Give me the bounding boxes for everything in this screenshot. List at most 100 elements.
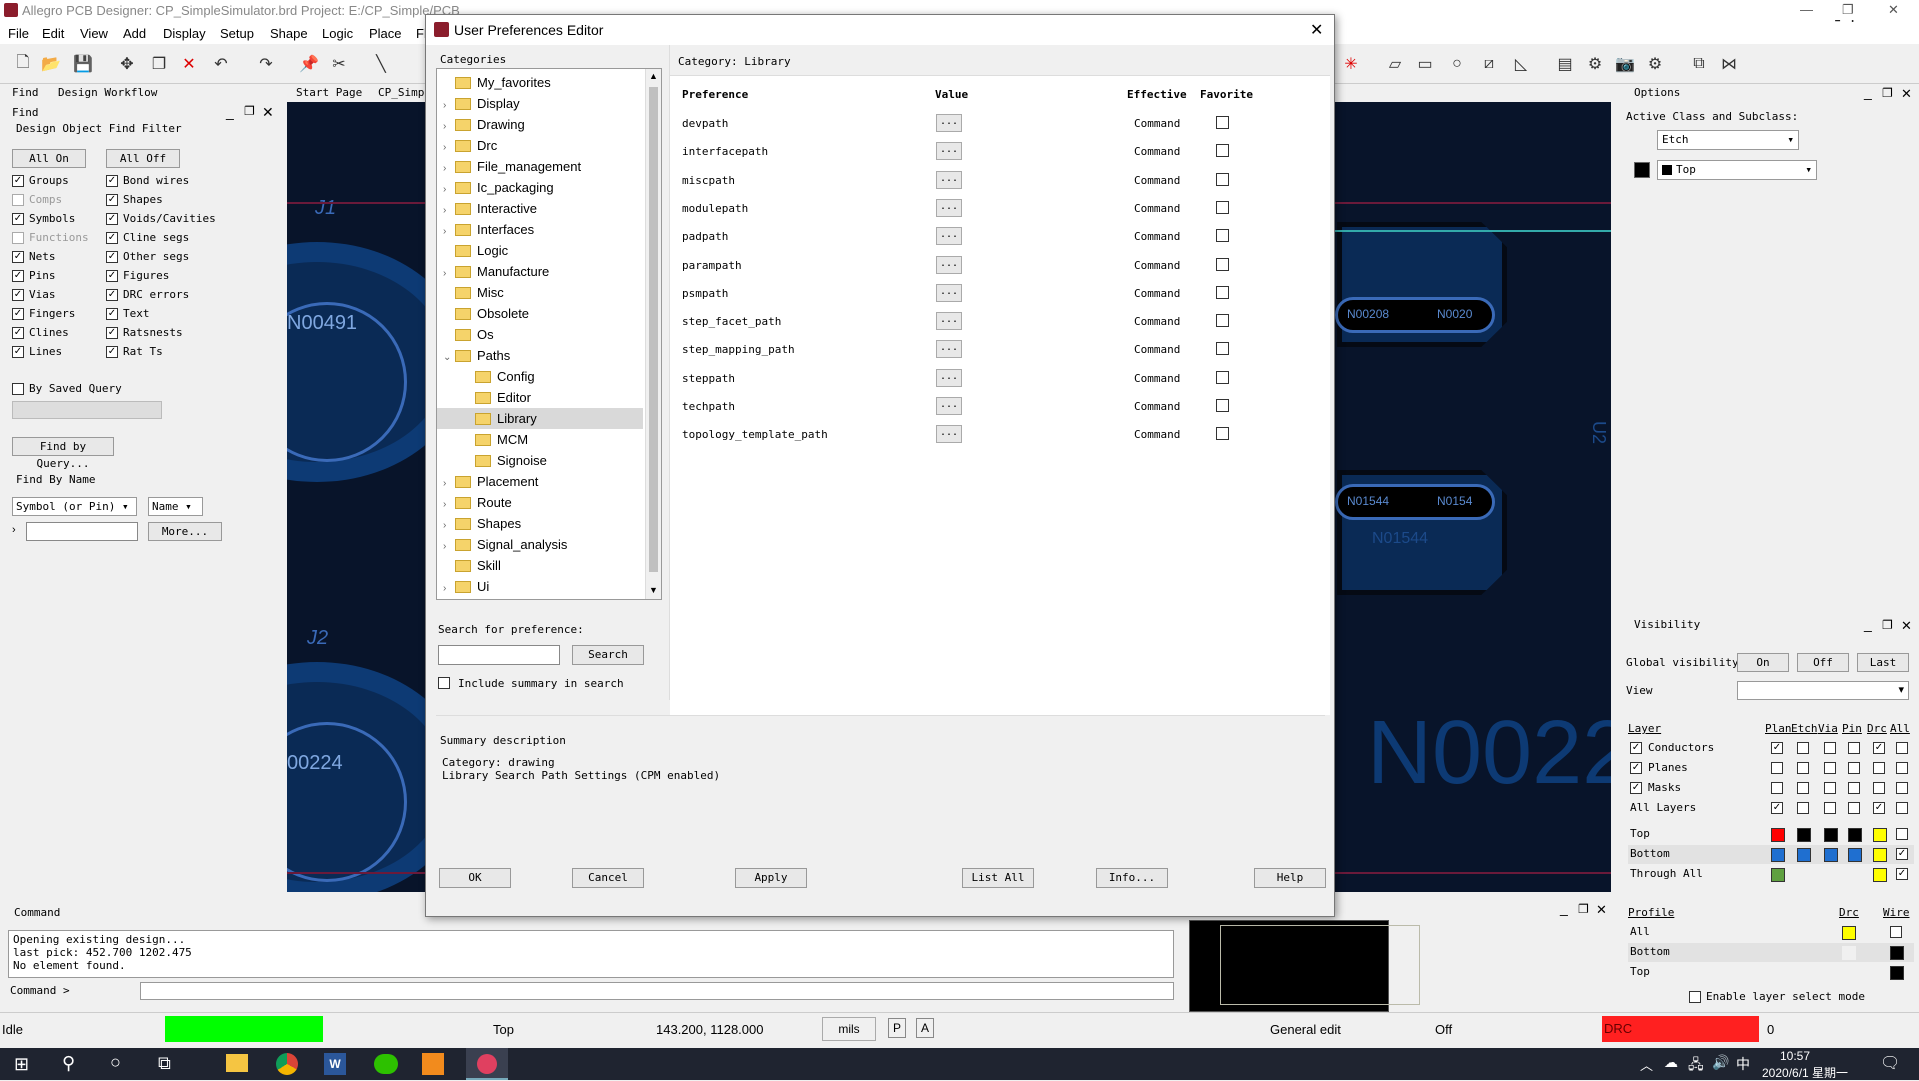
shape-circle-icon[interactable]: ○ <box>1446 53 1468 75</box>
layer-checkbox[interactable] <box>1896 802 1908 814</box>
tree-scrollbar[interactable]: ▲ ▼ <box>645 69 661 599</box>
file-explorer-icon[interactable] <box>226 1054 248 1072</box>
layer-all-checkbox[interactable] <box>1896 828 1908 840</box>
search-button[interactable]: Search <box>572 645 644 665</box>
layer-checkbox[interactable] <box>1896 762 1908 774</box>
layer-checkbox[interactable]: ✓ <box>1873 742 1885 754</box>
filter-checkbox[interactable]: ✓ <box>106 289 118 301</box>
filter-checkbox[interactable]: ✓ <box>106 232 118 244</box>
panel-minimize-icon[interactable]: _ <box>226 104 234 120</box>
tree-item[interactable]: › Display <box>437 93 643 114</box>
layer-color-swatch[interactable] <box>1771 828 1785 842</box>
subclass-color-swatch[interactable] <box>1634 162 1650 178</box>
scroll-down-icon[interactable]: ▼ <box>649 585 658 595</box>
chevron-right-icon[interactable]: › <box>443 179 455 200</box>
command-input[interactable] <box>140 982 1174 1000</box>
chevron-right-icon[interactable]: › <box>443 473 455 494</box>
layer-checkbox[interactable] <box>1824 762 1836 774</box>
all-off-button[interactable]: All Off <box>106 149 180 168</box>
tree-item[interactable]: › Manufacture <box>437 261 643 282</box>
task-view-icon[interactable]: ⧉ <box>158 1053 171 1074</box>
layer-checkbox[interactable] <box>1824 802 1836 814</box>
favorite-checkbox[interactable] <box>1216 229 1229 243</box>
chrome-icon[interactable] <box>276 1053 298 1075</box>
panel-close-icon[interactable]: ✕ <box>1901 86 1912 102</box>
layer-color-swatch[interactable] <box>1848 828 1862 842</box>
enable-layer-select-checkbox[interactable] <box>1689 991 1701 1003</box>
clock-date[interactable]: 2020/6/1 星期一 <box>1762 1064 1848 1081</box>
more-button[interactable]: More... <box>148 522 222 541</box>
layer-checkbox[interactable] <box>1797 762 1809 774</box>
word-icon[interactable]: W <box>324 1053 346 1075</box>
layer-checkbox[interactable] <box>1848 782 1860 794</box>
layer-checkbox[interactable] <box>1771 782 1783 794</box>
refdes-icon[interactable]: ⚙ <box>1644 53 1666 75</box>
filter-checkbox[interactable] <box>12 232 24 244</box>
tree-item[interactable]: › Ui <box>437 576 643 597</box>
value-browse-button[interactable]: ... <box>936 312 962 331</box>
filter-checkbox[interactable]: ✓ <box>12 175 24 187</box>
favorite-checkbox[interactable] <box>1216 342 1229 356</box>
tree-item[interactable]: Logic <box>437 240 643 261</box>
tree-item[interactable]: Signoise <box>437 450 643 471</box>
pin-icon[interactable]: 📌 <box>298 53 320 75</box>
favorite-checkbox[interactable] <box>1216 285 1229 299</box>
value-browse-button[interactable]: ... <box>936 255 962 274</box>
value-browse-button[interactable]: ... <box>936 114 962 132</box>
scroll-thumb[interactable] <box>649 87 658 572</box>
tree-item[interactable]: Editor <box>437 387 643 408</box>
line-icon[interactable]: ╲ <box>370 53 392 75</box>
include-summary-checkbox[interactable] <box>438 677 450 689</box>
panel-minimize-icon[interactable]: _ <box>1864 84 1872 100</box>
status-a-button[interactable]: A <box>916 1018 934 1038</box>
cloud-icon[interactable]: ☁ <box>1664 1054 1678 1071</box>
tree-item[interactable]: › Ic_packaging <box>437 177 643 198</box>
filter-checkbox[interactable]: ✓ <box>12 213 24 225</box>
panel-minimize-icon[interactable]: _ <box>1864 616 1872 632</box>
app-orange-icon[interactable] <box>422 1053 444 1075</box>
maximize-icon[interactable]: ❐ <box>1842 2 1854 18</box>
panel-float-icon[interactable]: ❐ <box>1882 618 1893 632</box>
panel-minimize-icon[interactable]: _ <box>1560 900 1568 916</box>
view-select[interactable]: ▾ <box>1737 681 1909 700</box>
class-select[interactable]: Etch ▾ <box>1657 130 1799 150</box>
name-select[interactable]: Name ▾ <box>148 497 203 516</box>
undo-icon[interactable]: ↶ <box>210 53 232 75</box>
favorite-checkbox[interactable] <box>1216 257 1229 271</box>
layer-color-swatch[interactable] <box>1771 868 1785 882</box>
world-view[interactable] <box>1189 920 1420 1012</box>
tree-item[interactable]: › Route <box>437 492 643 513</box>
chevron-right-icon[interactable]: › <box>443 221 455 242</box>
close-window-icon[interactable]: ✕ <box>1888 2 1899 18</box>
saved-query-select[interactable] <box>12 401 162 419</box>
chevron-right-icon[interactable]: › <box>443 116 455 137</box>
layer-group-checkbox[interactable]: ✓ <box>1630 782 1642 794</box>
redo-icon[interactable]: ↷ <box>255 53 277 75</box>
move-icon[interactable]: ✥ <box>116 53 138 75</box>
value-browse-button[interactable]: ... <box>936 198 962 217</box>
layer-checkbox[interactable] <box>1896 782 1908 794</box>
ok-button[interactable]: OK <box>439 868 511 888</box>
value-browse-button[interactable]: ... <box>936 340 962 359</box>
panel-close-icon[interactable]: ✕ <box>262 104 274 121</box>
value-browse-button[interactable]: ... <box>936 397 962 415</box>
chevron-right-icon[interactable]: › <box>443 578 455 599</box>
favorite-checkbox[interactable] <box>1216 314 1229 328</box>
filter-checkbox[interactable]: ✓ <box>106 194 118 206</box>
layer-checkbox[interactable] <box>1771 762 1783 774</box>
layer-all-checkbox[interactable]: ✓ <box>1896 848 1908 860</box>
windows-start-icon[interactable]: ⊞ <box>14 1054 29 1075</box>
filter-checkbox[interactable]: ✓ <box>106 270 118 282</box>
profile-wire-toggle[interactable] <box>1890 966 1904 980</box>
layer-checkbox[interactable] <box>1797 782 1809 794</box>
chevron-right-icon[interactable]: › <box>443 95 455 116</box>
favorite-checkbox[interactable] <box>1216 200 1229 214</box>
unpin-icon[interactable]: ✂ <box>328 53 350 75</box>
favorite-checkbox[interactable] <box>1216 399 1229 412</box>
menu-setup[interactable]: Setup <box>220 26 254 41</box>
menu-place[interactable]: Place <box>369 26 402 41</box>
layer-color-swatch[interactable] <box>1873 868 1887 882</box>
menu-shape[interactable]: Shape <box>270 26 308 41</box>
shape-void-icon[interactable]: ◺ <box>1510 53 1532 75</box>
tree-item[interactable]: › Interfaces <box>437 219 643 240</box>
